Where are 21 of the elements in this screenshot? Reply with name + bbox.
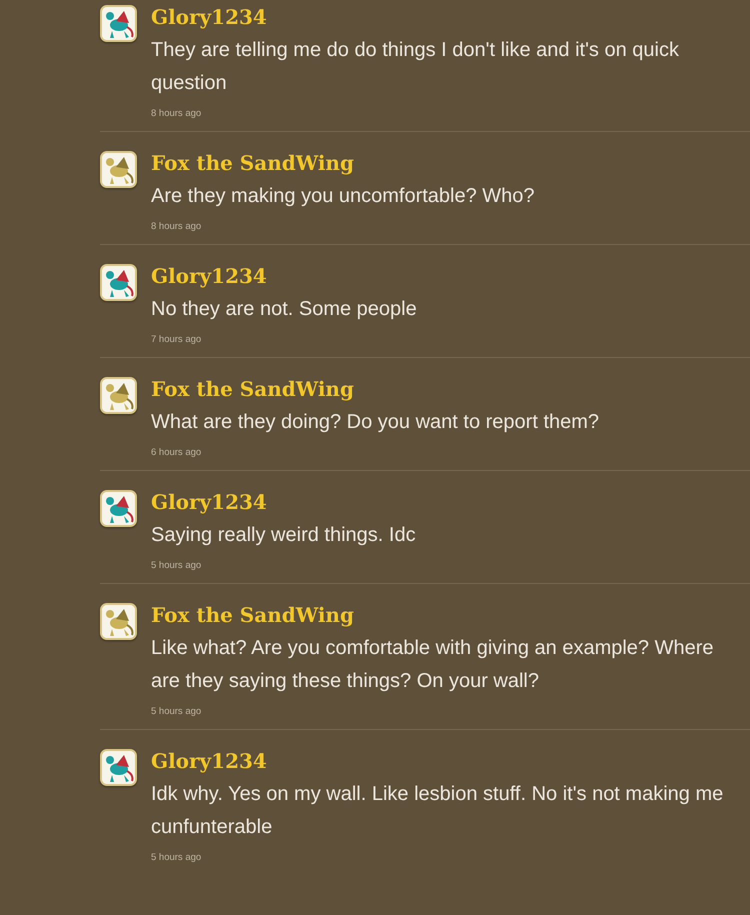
author-name[interactable]: Glory1234 <box>151 263 417 289</box>
author-name[interactable]: Glory1234 <box>151 748 730 774</box>
timestamp: 5 hours ago <box>151 560 202 571</box>
comment-text: Like what? Are you comfortable with giving an example? Where are they saying these things? On your wall? <box>151 636 715 694</box>
timestamp: 8 hours ago <box>151 108 202 119</box>
author-name[interactable]: Fox the SandWing <box>151 376 600 402</box>
comment-text: Are they making you uncomfortable? Who? <box>151 184 535 209</box>
author-name[interactable]: Fox the SandWing <box>151 602 730 628</box>
comment-text: They are telling me do do things I don't like and it's on quick question <box>151 38 680 96</box>
timestamp: 5 hours ago <box>151 852 202 863</box>
timestamp: 6 hours ago <box>151 447 202 458</box>
author-name[interactable]: Glory1234 <box>151 489 416 515</box>
timestamp: 7 hours ago <box>151 334 202 345</box>
author-name[interactable]: Glory1234 <box>151 4 730 30</box>
timestamp: 5 hours ago <box>151 706 202 717</box>
author-name[interactable]: Fox the SandWing <box>151 150 535 176</box>
timestamp: 8 hours ago <box>151 221 202 232</box>
comment-text: Saying really weird things. Idc <box>151 523 416 548</box>
comment-text: What are they doing? Do you want to report them? <box>151 410 600 435</box>
comment-text: No they are not. Some people <box>151 297 417 322</box>
comment-text: Idk why. Yes on my wall. Like lesbion stuff. No it's not making me cunfunterable <box>151 782 724 840</box>
